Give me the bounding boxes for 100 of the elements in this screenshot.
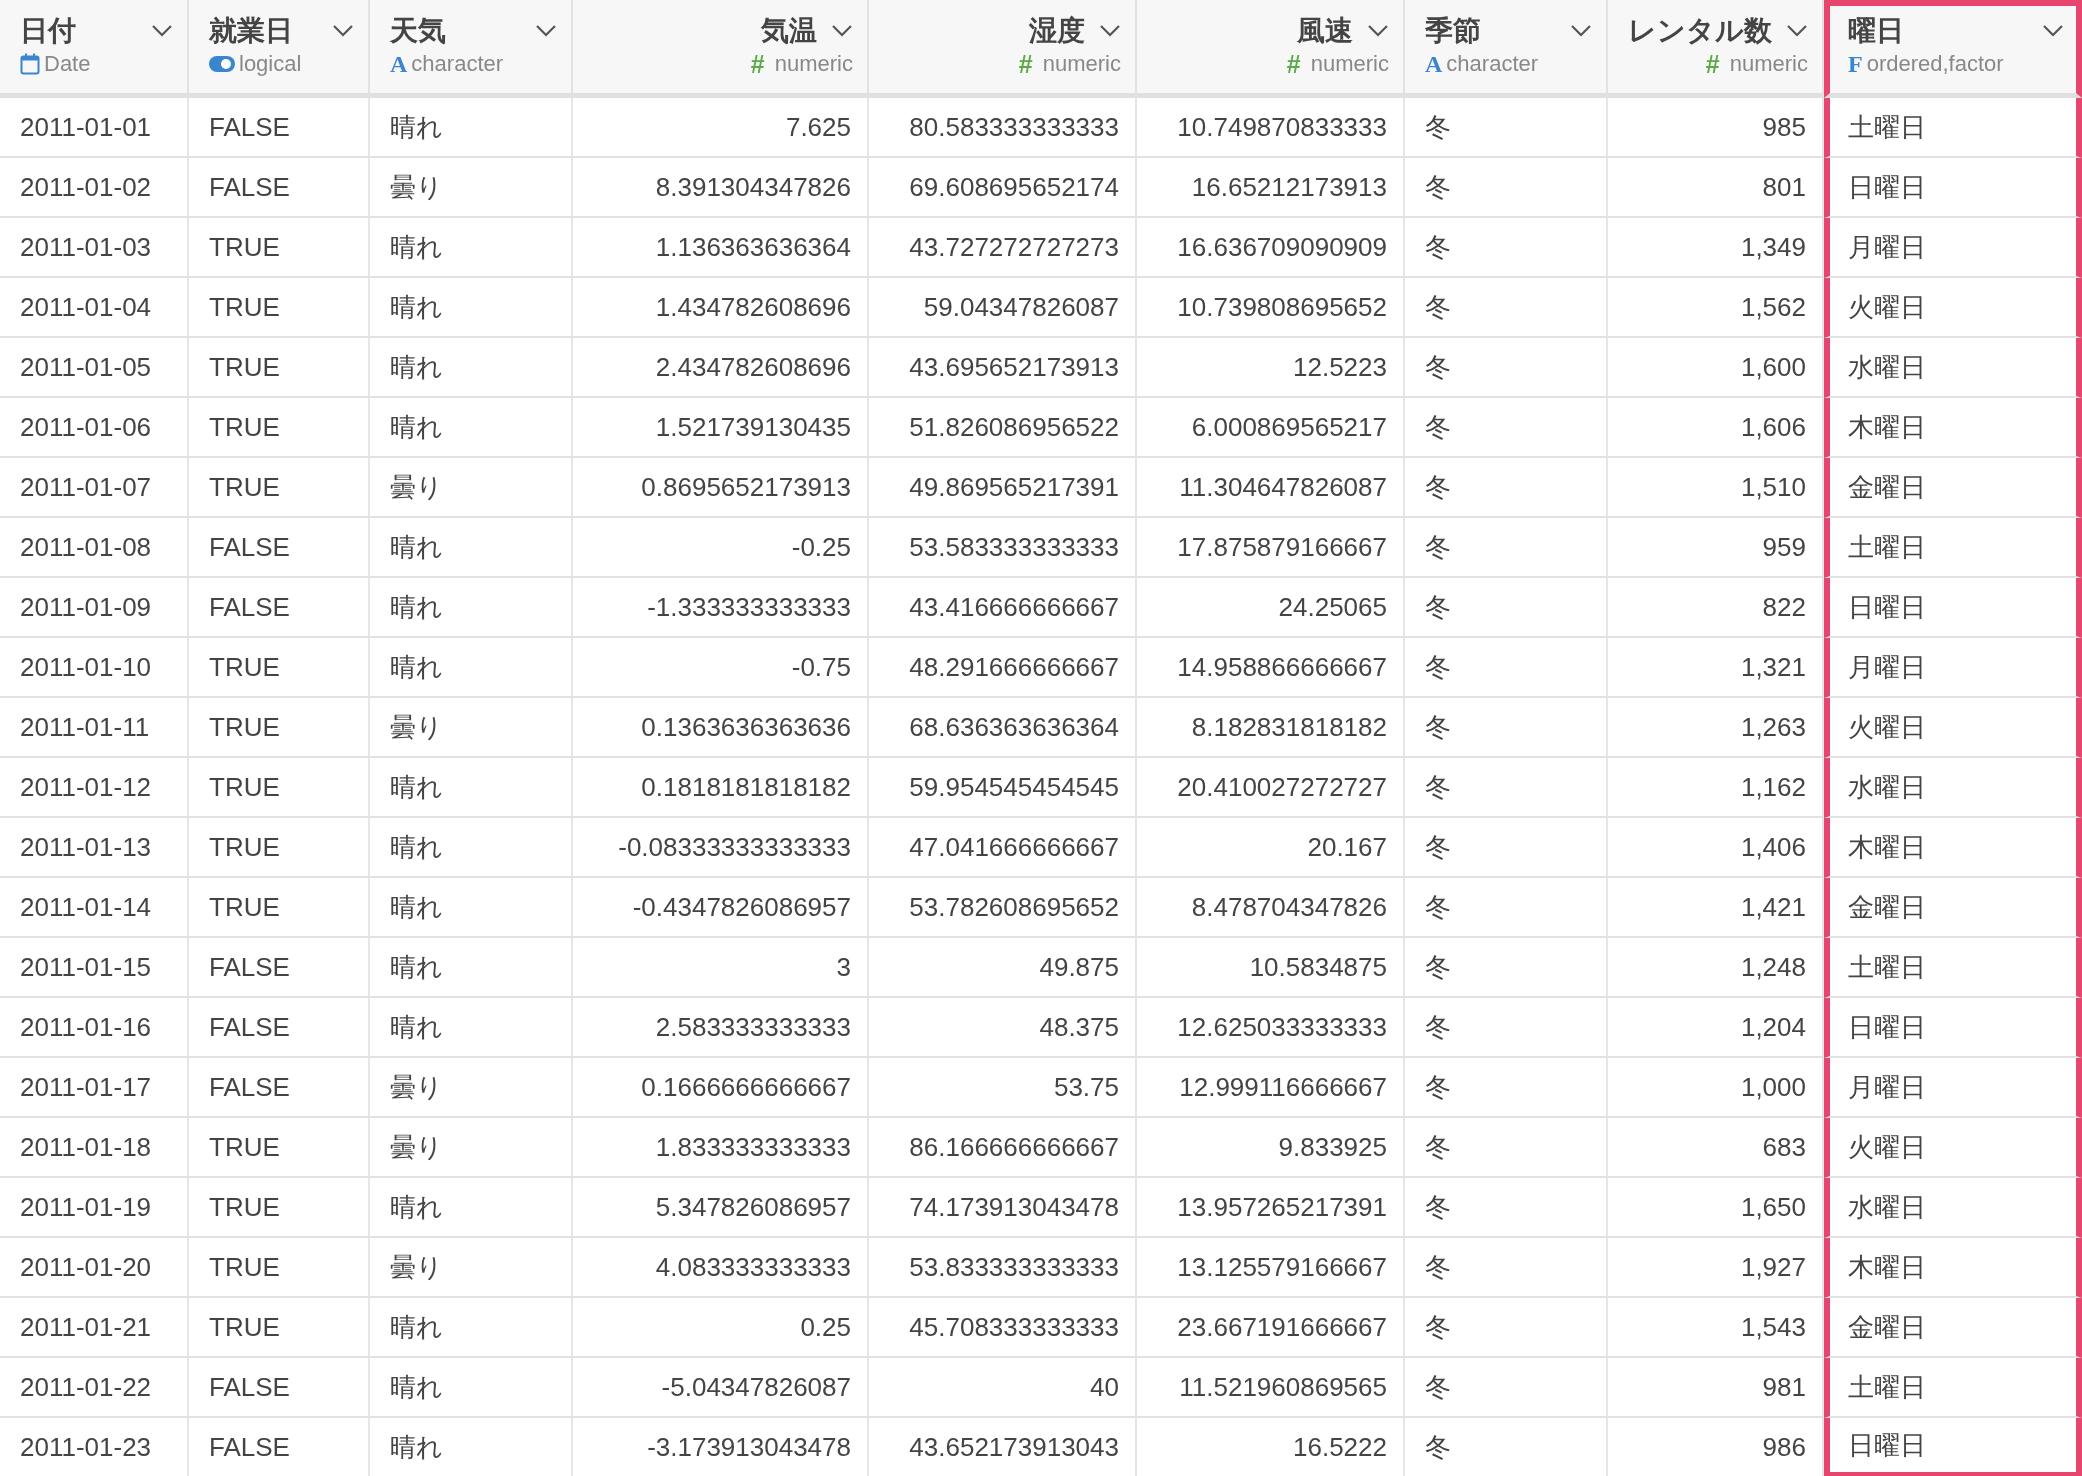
table-cell: FALSE (189, 98, 370, 158)
table-cell: -1.333333333333 (573, 578, 869, 638)
table-cell: 月曜日 (1824, 218, 2082, 278)
table-cell: 11.521960869565 (1137, 1358, 1405, 1418)
table-cell: TRUE (189, 458, 370, 518)
table-cell: 53.583333333333 (869, 518, 1137, 578)
table-cell: 2011-01-09 (0, 578, 189, 638)
table-cell: 月曜日 (1824, 638, 2082, 698)
table-cell: 2011-01-22 (0, 1358, 189, 1418)
table-cell: 1,263 (1608, 698, 1824, 758)
table-cell: 晴れ (370, 878, 573, 938)
table-cell: 晴れ (370, 98, 573, 158)
table-cell: 0.1666666666667 (573, 1058, 869, 1118)
column-title: 天気 (390, 14, 446, 48)
table-cell: 晴れ (370, 1358, 573, 1418)
table-cell: 2011-01-08 (0, 518, 189, 578)
table-cell: 1,543 (1608, 1298, 1824, 1358)
table-cell: 86.166666666667 (869, 1118, 1137, 1178)
chevron-down-icon[interactable] (1099, 24, 1121, 38)
table-cell: -3.173913043478 (573, 1418, 869, 1476)
table-cell: 822 (1608, 578, 1824, 638)
table-cell: 1,606 (1608, 398, 1824, 458)
table-cell: 10.739808695652 (1137, 278, 1405, 338)
table-cell: 2011-01-03 (0, 218, 189, 278)
table-cell: 6.000869565217 (1137, 398, 1405, 458)
table-cell: 冬 (1405, 1238, 1608, 1298)
table-cell: 晴れ (370, 938, 573, 998)
table-cell: 1,000 (1608, 1058, 1824, 1118)
table-cell: 1,349 (1608, 218, 1824, 278)
table-cell: TRUE (189, 278, 370, 338)
table-cell: 1,204 (1608, 998, 1824, 1058)
table-cell: 9.833925 (1137, 1118, 1405, 1178)
table-cell: 1,927 (1608, 1238, 1824, 1298)
column-header[interactable]: 曜日 F ordered,factor (1824, 0, 2082, 98)
table-cell: 2011-01-01 (0, 98, 189, 158)
table-cell: 金曜日 (1824, 878, 2082, 938)
column-header[interactable]: 天気 A character (370, 0, 573, 98)
table-cell: 1,406 (1608, 818, 1824, 878)
table-cell: -0.25 (573, 518, 869, 578)
table-cell: 3 (573, 938, 869, 998)
table-cell: 冬 (1405, 578, 1608, 638)
chevron-down-icon[interactable] (1570, 24, 1592, 38)
column-header[interactable]: 季節 A character (1405, 0, 1608, 98)
table-cell: 8.391304347826 (573, 158, 869, 218)
table-cell: 2011-01-13 (0, 818, 189, 878)
column-header[interactable]: 気温 # numeric (573, 0, 869, 98)
table-cell: TRUE (189, 818, 370, 878)
table-cell: 2011-01-18 (0, 1118, 189, 1178)
table-cell: 木曜日 (1824, 398, 2082, 458)
table-cell: TRUE (189, 1118, 370, 1178)
type-icon: A (1425, 50, 1443, 78)
table-cell: 水曜日 (1824, 758, 2082, 818)
table-cell: 金曜日 (1824, 1298, 2082, 1358)
column-type: numeric (1042, 50, 1121, 78)
column-type: ordered,factor (1866, 50, 2004, 78)
chevron-down-icon[interactable] (1786, 24, 1808, 38)
table-cell: 12.625033333333 (1137, 998, 1405, 1058)
table-cell: 43.695652173913 (869, 338, 1137, 398)
column-header[interactable]: 湿度 # numeric (869, 0, 1137, 98)
table-cell: 1,162 (1608, 758, 1824, 818)
column-header[interactable]: レンタル数 # numeric (1608, 0, 1824, 98)
table-cell: 日曜日 (1824, 998, 2082, 1058)
table-cell: 晴れ (370, 818, 573, 878)
table-cell: FALSE (189, 518, 370, 578)
table-cell: 16.5222 (1137, 1418, 1405, 1476)
column-header[interactable]: 日付 Date (0, 0, 189, 98)
column-type: character (411, 50, 504, 78)
column-title: 日付 (20, 14, 76, 48)
table-cell: -0.4347826086957 (573, 878, 869, 938)
table-cell: TRUE (189, 698, 370, 758)
table-cell: 土曜日 (1824, 938, 2082, 998)
column-header[interactable]: 就業日 logical (189, 0, 370, 98)
table-cell: 晴れ (370, 578, 573, 638)
table-cell: -0.75 (573, 638, 869, 698)
table-cell: 23.667191666667 (1137, 1298, 1405, 1358)
table-cell: 48.375 (869, 998, 1137, 1058)
table-cell: 2011-01-11 (0, 698, 189, 758)
table-cell: 53.782608695652 (869, 878, 1137, 938)
table-cell: 冬 (1405, 278, 1608, 338)
table-cell: 2011-01-20 (0, 1238, 189, 1298)
table-cell: 2011-01-19 (0, 1178, 189, 1238)
table-cell: 49.869565217391 (869, 458, 1137, 518)
table-cell: 2.434782608696 (573, 338, 869, 398)
table-cell: 53.75 (869, 1058, 1137, 1118)
chevron-down-icon[interactable] (1367, 24, 1389, 38)
table-cell: 2011-01-14 (0, 878, 189, 938)
chevron-down-icon[interactable] (151, 24, 173, 38)
table-cell: FALSE (189, 578, 370, 638)
table-cell: 801 (1608, 158, 1824, 218)
table-cell: 74.173913043478 (869, 1178, 1137, 1238)
table-cell: 683 (1608, 1118, 1824, 1178)
column-header[interactable]: 風速 # numeric (1137, 0, 1405, 98)
column-type: numeric (1729, 50, 1808, 78)
chevron-down-icon[interactable] (535, 24, 557, 38)
chevron-down-icon[interactable] (332, 24, 354, 38)
column-title: 曜日 (1848, 14, 1904, 48)
chevron-down-icon[interactable] (2042, 24, 2064, 38)
table-cell: 2011-01-02 (0, 158, 189, 218)
chevron-down-icon[interactable] (831, 24, 853, 38)
table-cell: 冬 (1405, 458, 1608, 518)
